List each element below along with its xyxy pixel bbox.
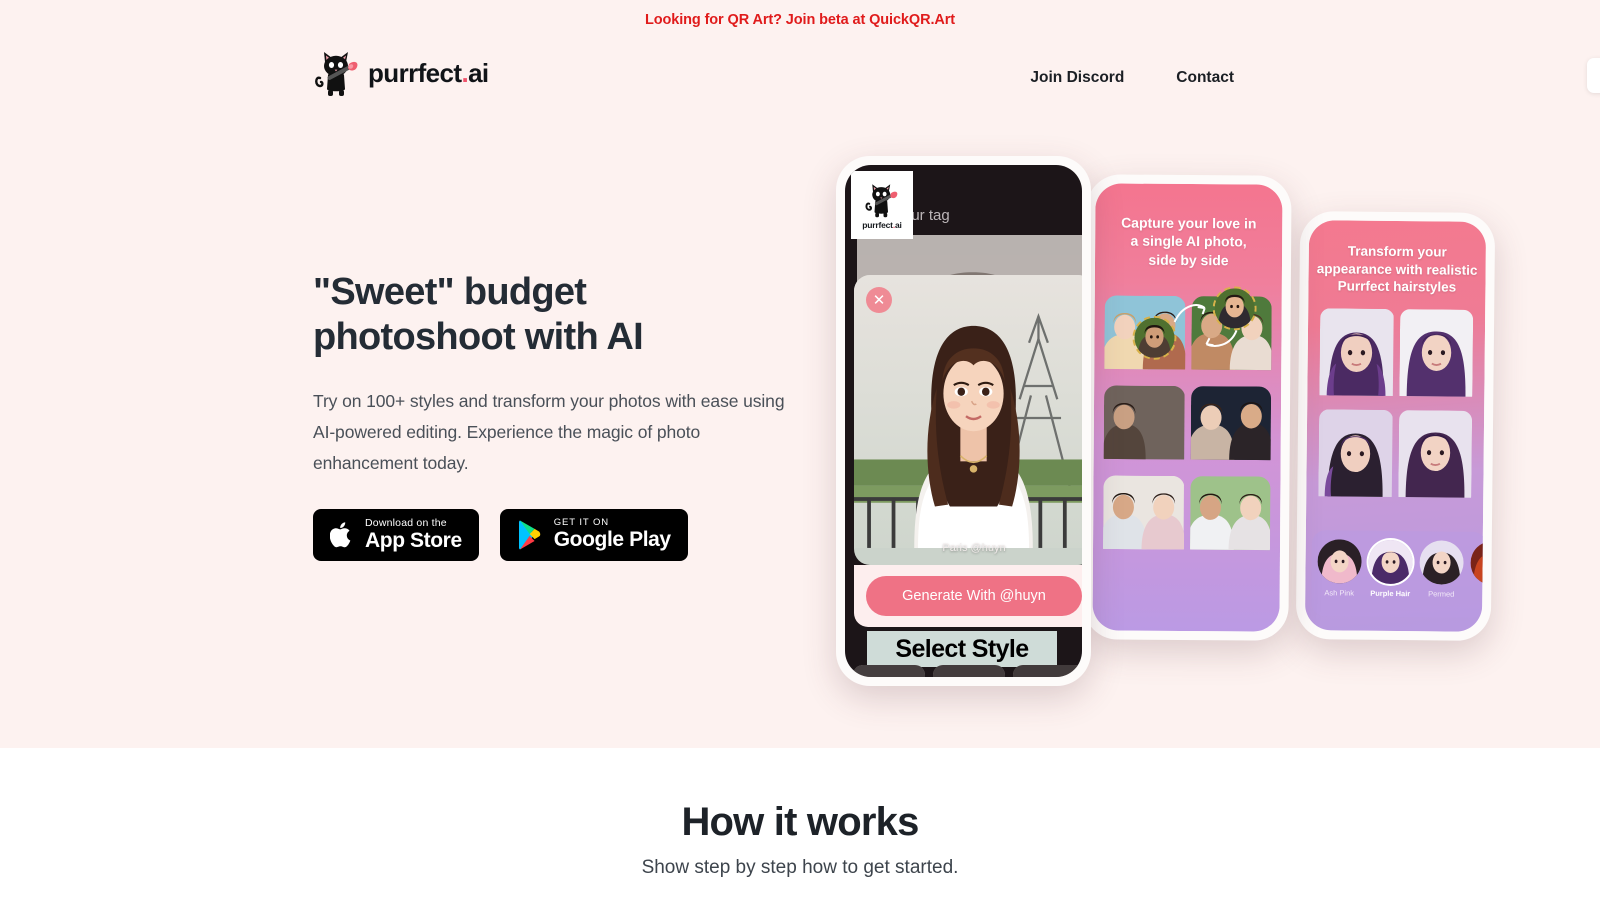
google-play-small-label: GET IT ON [553, 517, 610, 529]
photo-caption: Paris @huyn [942, 542, 1006, 554]
close-icon[interactable]: ✕ [866, 287, 892, 313]
select-style-label: Select Style [867, 631, 1057, 667]
phone-mockup-couples: Capture your love in a single AI photo, … [1083, 174, 1292, 641]
style-avatar [1419, 540, 1464, 585]
style-thumbnail[interactable]: Curly Hair @huyn [853, 665, 925, 677]
source-face-avatars [1094, 286, 1281, 360]
app-store-label: Download on the App Store [365, 516, 462, 552]
hairstyle-photo [1319, 308, 1394, 404]
generate-button-container: Generate With @huyn [854, 565, 1082, 627]
arrow-icon [1173, 304, 1206, 323]
phone-1-photo-card: ✕ Paris @huyn [854, 275, 1082, 565]
how-it-works-title: How it works [681, 800, 919, 844]
app-store-small-label: Download on the [365, 516, 447, 529]
phone-3-title: Transform your appearance with realistic… [1308, 242, 1486, 296]
nav-item-join-discord[interactable]: Join Discord [1004, 60, 1150, 96]
style-thumbnail[interactable]: Long layers @huyn [933, 665, 1005, 677]
apple-logo-icon [330, 520, 355, 550]
style-avatar [1368, 539, 1413, 585]
style-option[interactable]: Ash Pink [1317, 539, 1362, 598]
dim-overlay [933, 665, 1005, 677]
logo-word: purrfect [368, 58, 462, 88]
main-nav: Join Discord Contact [1004, 60, 1260, 96]
phone-2-title: Capture your love in a single AI photo, … [1095, 213, 1282, 270]
phone-mockup-hairstyles: Transform your appearance with realistic… [1295, 210, 1496, 642]
hero-copy: "Sweet" budget photoshoot with AI Try on… [313, 270, 833, 561]
phone-1-screen: our tag purrfect.ai ✕ Paris @huyn Genera… [845, 165, 1082, 677]
phone-3-title-line-2: appearance with realistic [1316, 260, 1478, 278]
promo-banner-link[interactable]: Looking for QR Art? Join beta at QuickQR… [645, 12, 955, 28]
phone-mockups: Transform your appearance with realistic… [820, 150, 1520, 710]
arrow-icon [1205, 329, 1238, 347]
logo[interactable]: purrfect.ai [313, 48, 489, 98]
phone-3-photo-grid [1318, 308, 1474, 506]
style-thumbnail-image [1013, 665, 1082, 677]
cat-with-paintbrush-icon [865, 183, 898, 217]
app-store-button[interactable]: Download on the App Store [313, 508, 479, 561]
phone-3-screen: Transform your appearance with realistic… [1304, 220, 1487, 632]
couple-photo [1189, 476, 1271, 561]
phone-2-title-line-2: a single AI photo, [1130, 233, 1247, 250]
phone-1-style-row: Curly Hair @huyn Long layer [853, 665, 1082, 677]
style-thumbnail-image [933, 665, 1005, 677]
dim-overlay [853, 665, 925, 677]
google-play-button[interactable]: GET IT ON Google Play [499, 508, 688, 561]
source-face-female-avatar [1212, 286, 1257, 331]
how-it-works-subtitle: Show step by step how to get started. [641, 857, 959, 878]
source-face-male-avatar [1132, 315, 1177, 360]
style-thumbnail[interactable]: Bl [1013, 665, 1082, 677]
logo-text: purrfect.ai [368, 60, 489, 86]
hairstyle-style-picker: Ash Pink Purple Hair Permed [1311, 530, 1487, 618]
hairstyle-photo [1318, 409, 1393, 505]
style-avatar [1317, 539, 1362, 584]
dim-overlay [1013, 665, 1082, 677]
hairstyle-photo [1397, 410, 1473, 506]
style-option[interactable]: Vi [1470, 540, 1487, 599]
phone-1-logo-badge: purrfect.ai [851, 171, 913, 239]
phone-2-title-line-1: Capture your love in [1121, 214, 1257, 232]
style-label: Purple Hair [1370, 588, 1411, 599]
google-play-triangle-icon [517, 520, 544, 550]
style-label: Ash Pink [1324, 588, 1355, 598]
generate-button[interactable]: Generate With @huyn [866, 576, 1082, 616]
style-avatar [1470, 540, 1487, 586]
badge-word: purrfect [862, 219, 893, 230]
style-label: Permed [1428, 589, 1455, 599]
phone-2-title-line-3: side by side [1148, 251, 1229, 269]
phone-3-title-line-1: Transform your [1347, 243, 1447, 260]
google-play-label: GET IT ON Google Play [554, 518, 671, 551]
qr-art-button[interactable]: QR Art [1586, 58, 1600, 93]
style-option[interactable]: Permed [1419, 540, 1464, 599]
nav-item-contact[interactable]: Contact [1150, 60, 1260, 96]
hero-section: Looking for QR Art? Join beta at QuickQR… [0, 0, 1600, 748]
couple-photo [1103, 385, 1185, 470]
store-badges: Download on the App Store GET IT ON Goog… [313, 508, 833, 561]
how-it-works-section: How it works Show step by step how to ge… [0, 748, 1600, 900]
page-title: "Sweet" budget photoshoot with AI [313, 270, 833, 360]
google-play-big-label: Google Play [553, 528, 671, 552]
promo-banner: Looking for QR Art? Join beta at QuickQR… [0, 0, 1600, 40]
app-store-big-label: App Store [365, 528, 462, 552]
phone-mockup-main: our tag purrfect.ai ✕ Paris @huyn Genera… [836, 156, 1091, 686]
headline-line-2: photoshoot with AI [313, 315, 644, 358]
hairstyle-photo [1398, 309, 1474, 405]
cat-with-paintbrush-icon [313, 48, 361, 98]
phone-3-title-line-3: Purrfect hairstyles [1337, 278, 1457, 295]
phone-2-screen: Capture your love in a single AI photo, … [1092, 183, 1283, 632]
hero-subcopy: Try on 100+ styles and transform your ph… [313, 390, 785, 473]
phone-1-badge-label: purrfect.ai [862, 219, 902, 230]
badge-suffix: ai [895, 219, 902, 230]
style-option-selected[interactable]: Purple Hair [1368, 539, 1413, 599]
style-label: Vi [1470, 590, 1486, 599]
style-thumbnail-image [853, 665, 925, 677]
select-style-text: Select Style [895, 634, 1029, 663]
couple-photo [1190, 386, 1272, 471]
headline-line-1: "Sweet" budget [313, 271, 587, 313]
site-header: purrfect.ai Join Discord Contact QR Art [0, 40, 1600, 115]
couple-photo [1103, 475, 1185, 560]
logo-suffix: ai [468, 58, 489, 88]
